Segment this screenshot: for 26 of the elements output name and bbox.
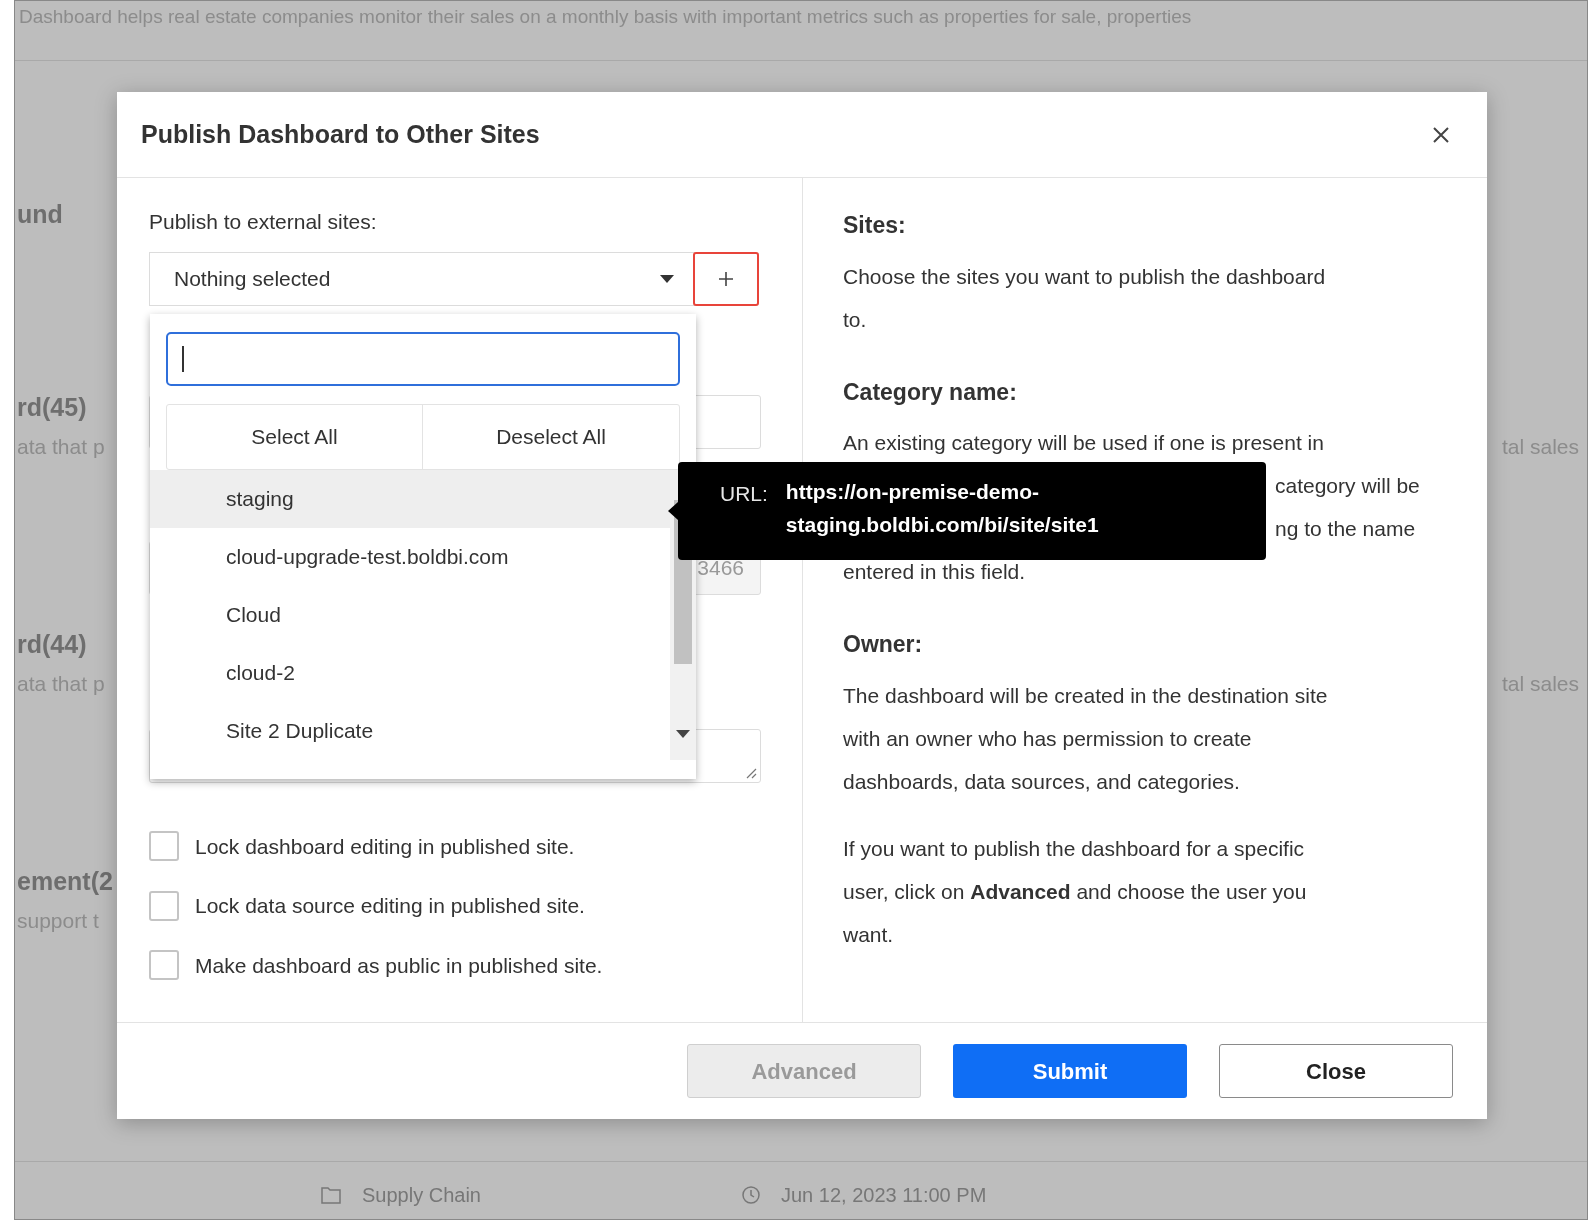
help-text: Choose the sites you want to publish the dashboard xyxy=(843,263,1327,290)
help-text: An existing category will be used if one is present in xyxy=(843,430,1325,456)
category-name: Supply Chain xyxy=(362,1183,481,1208)
help-text: If you want to publish the dashboard for a specific xyxy=(843,835,1306,862)
dashboard-title: ement(2 xyxy=(17,866,113,897)
help-text: dashboards, data sources, and categories. xyxy=(843,768,1241,795)
modified-date: Jun 12, 2023 11:00 PM xyxy=(780,1183,987,1208)
help-text: with an owner who has permission to create xyxy=(843,725,1253,752)
section-heading: Category name: xyxy=(843,377,1018,407)
checkbox-label: Make dashboard as public in published site. xyxy=(195,952,603,979)
dialog-title: Publish Dashboard to Other Sites xyxy=(141,118,540,150)
help-text: entered in this field. xyxy=(843,559,1027,585)
help-text: user, click on Advanced and choose the user you xyxy=(843,878,1308,905)
help-text: The dashboard will be created in the destination site xyxy=(843,682,1329,709)
checkbox-label: Lock dashboard editing in published site. xyxy=(195,833,575,860)
field-label: Publish to external sites: xyxy=(149,209,378,235)
help-text: category will be xyxy=(1275,473,1420,499)
help-text: want. xyxy=(843,921,895,948)
help-text: to. xyxy=(843,306,868,333)
section-heading: Owner: xyxy=(843,630,924,659)
dashboard-title: rd(45) xyxy=(17,392,87,423)
dashboard-title: rd(44) xyxy=(17,629,87,660)
help-text: ng to the name xyxy=(1275,516,1416,542)
checkbox-label: Lock data source editing in published site. xyxy=(195,893,585,919)
section-heading: Sites: xyxy=(843,211,907,240)
dashboard-title: und xyxy=(17,199,63,230)
